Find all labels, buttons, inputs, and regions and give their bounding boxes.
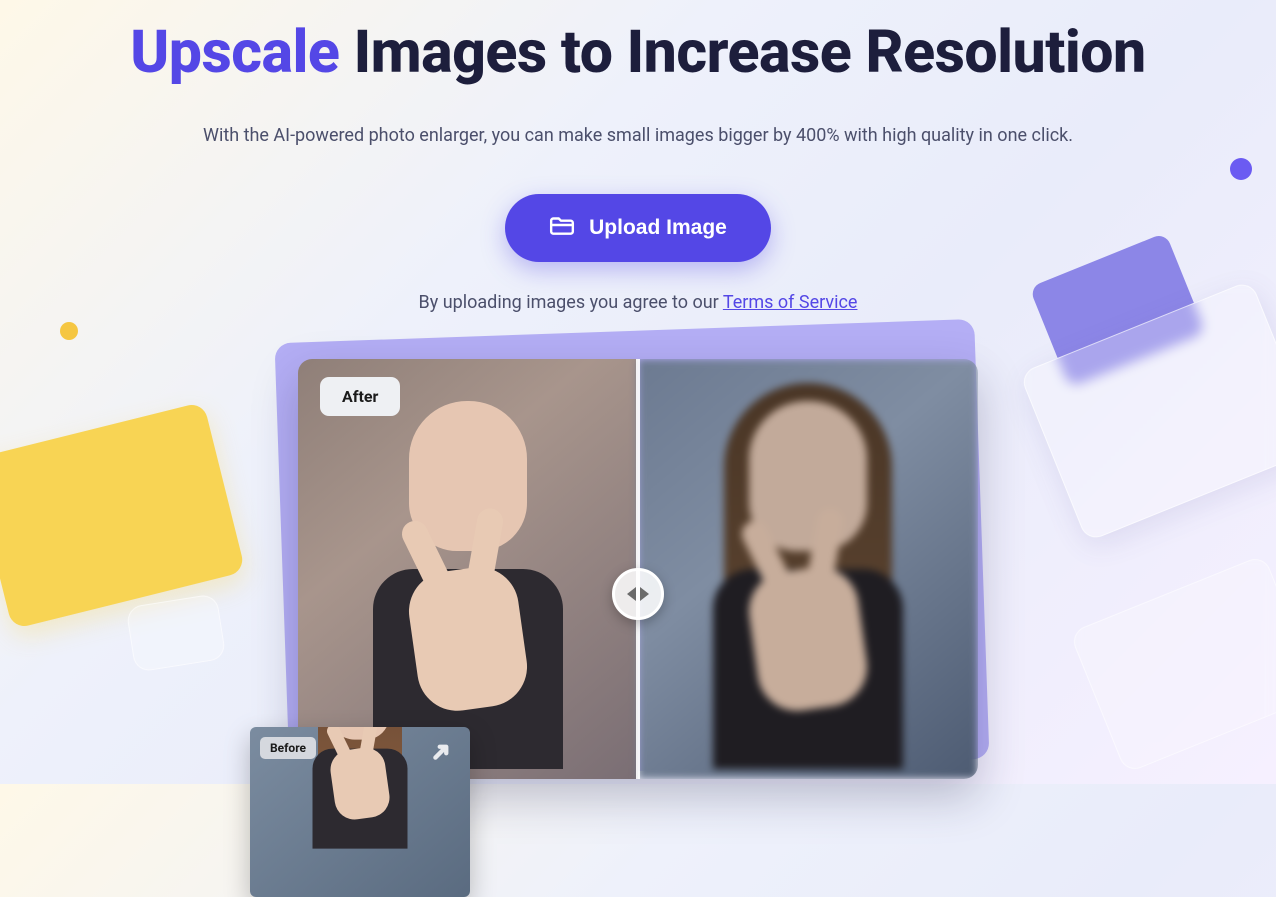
page-title-rest: Images to Increase Resolution xyxy=(354,18,1146,87)
tos-text: By uploading images you agree to our Ter… xyxy=(419,292,858,313)
chevron-left-icon xyxy=(627,587,636,601)
folder-upload-icon xyxy=(549,214,575,242)
compare-slider-handle[interactable] xyxy=(612,568,664,620)
page-title-accent: Upscale xyxy=(130,18,339,87)
compare-after-side xyxy=(298,359,638,779)
before-thumbnail[interactable]: Before xyxy=(250,727,470,897)
compare-before-side xyxy=(638,359,978,779)
page-title: Upscale Images to Increase Resolution xyxy=(130,18,1146,87)
expand-icon xyxy=(430,737,456,767)
tos-prefix: By uploading images you agree to our xyxy=(419,292,723,313)
before-label: Before xyxy=(260,737,316,759)
upload-image-button-label: Upload Image xyxy=(589,216,727,240)
upload-image-button[interactable]: Upload Image xyxy=(505,194,771,262)
before-after-compare[interactable]: After xyxy=(298,359,978,779)
chevron-right-icon xyxy=(640,587,649,601)
comparison-showcase: After Before xyxy=(298,359,978,779)
after-label: After xyxy=(320,377,400,416)
page-subtitle: With the AI-powered photo enlarger, you … xyxy=(203,125,1073,146)
terms-of-service-link[interactable]: Terms of Service xyxy=(723,292,858,313)
